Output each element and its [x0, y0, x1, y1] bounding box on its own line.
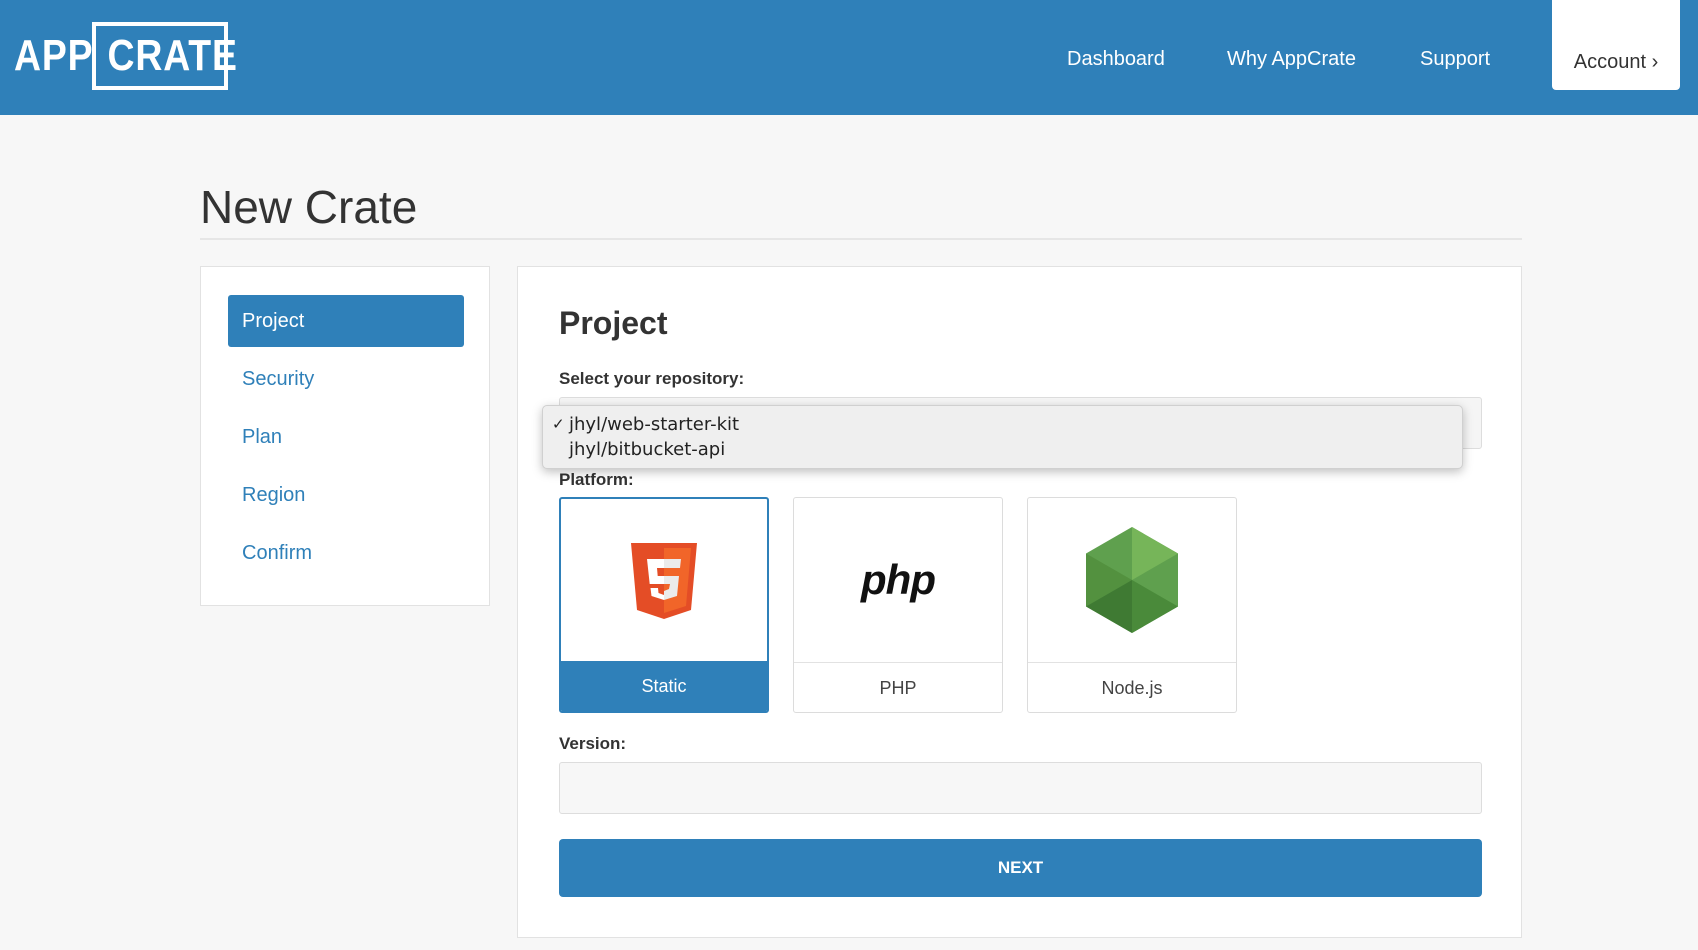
- top-header: APP CRATE Dashboard Why AppCrate Support…: [0, 0, 1698, 115]
- logo-crate-box: CRATE: [92, 22, 237, 90]
- platform-label: Platform:: [559, 470, 634, 489]
- account-menu-button[interactable]: Account ›: [1552, 0, 1680, 90]
- appcrate-logo[interactable]: APP CRATE: [14, 22, 237, 90]
- platform-card-php[interactable]: php PHP: [793, 497, 1003, 713]
- platform-label-nodejs: Node.js: [1028, 662, 1236, 712]
- repository-option-label: jhyl/bitbucket-api: [569, 439, 726, 460]
- sidebar-item-security[interactable]: Security: [228, 353, 464, 405]
- repository-dropdown-menu: ✓ jhyl/web-starter-kit jhyl/bitbucket-ap…: [542, 405, 1463, 469]
- platform-card-nodejs[interactable]: Node.js: [1027, 497, 1237, 713]
- sidebar-item-project[interactable]: Project: [228, 295, 464, 347]
- php-logo: php: [861, 556, 936, 603]
- checkmark-icon: ✓: [552, 415, 565, 433]
- logo-crate-text: CRATE: [107, 31, 238, 80]
- repository-option[interactable]: ✓ jhyl/web-starter-kit: [552, 414, 740, 435]
- platform-label-php: PHP: [794, 662, 1002, 712]
- version-input[interactable]: [559, 762, 1482, 814]
- logo-app-text: APP: [14, 31, 94, 80]
- project-form-panel: Project Select your repository: Platform…: [517, 266, 1522, 938]
- sidebar-item-plan[interactable]: Plan: [228, 411, 464, 463]
- platform-label-static: Static: [561, 661, 767, 711]
- nav-support-link[interactable]: Support: [1420, 48, 1490, 71]
- steps-sidebar: Project Security Plan Region Confirm: [200, 266, 490, 606]
- html5-icon: [631, 543, 697, 619]
- repository-option-label: jhyl/web-starter-kit: [569, 414, 740, 435]
- page-title: New Crate: [200, 181, 418, 233]
- nav-why-appcrate-link[interactable]: Why AppCrate: [1227, 48, 1356, 71]
- platform-card-static[interactable]: Static: [559, 497, 769, 713]
- form-title: Project: [559, 305, 668, 341]
- title-divider: [200, 238, 1522, 240]
- repository-option[interactable]: jhyl/bitbucket-api: [569, 439, 725, 460]
- nav-dashboard-link[interactable]: Dashboard: [1067, 48, 1165, 71]
- sidebar-item-confirm[interactable]: Confirm: [228, 527, 464, 579]
- nodejs-icon: [1086, 527, 1178, 633]
- account-label: Account ›: [1573, 51, 1659, 73]
- next-button[interactable]: NEXT: [559, 839, 1482, 897]
- sidebar-item-region[interactable]: Region: [228, 469, 464, 521]
- repository-label: Select your repository:: [559, 369, 745, 388]
- version-label: Version:: [559, 734, 627, 753]
